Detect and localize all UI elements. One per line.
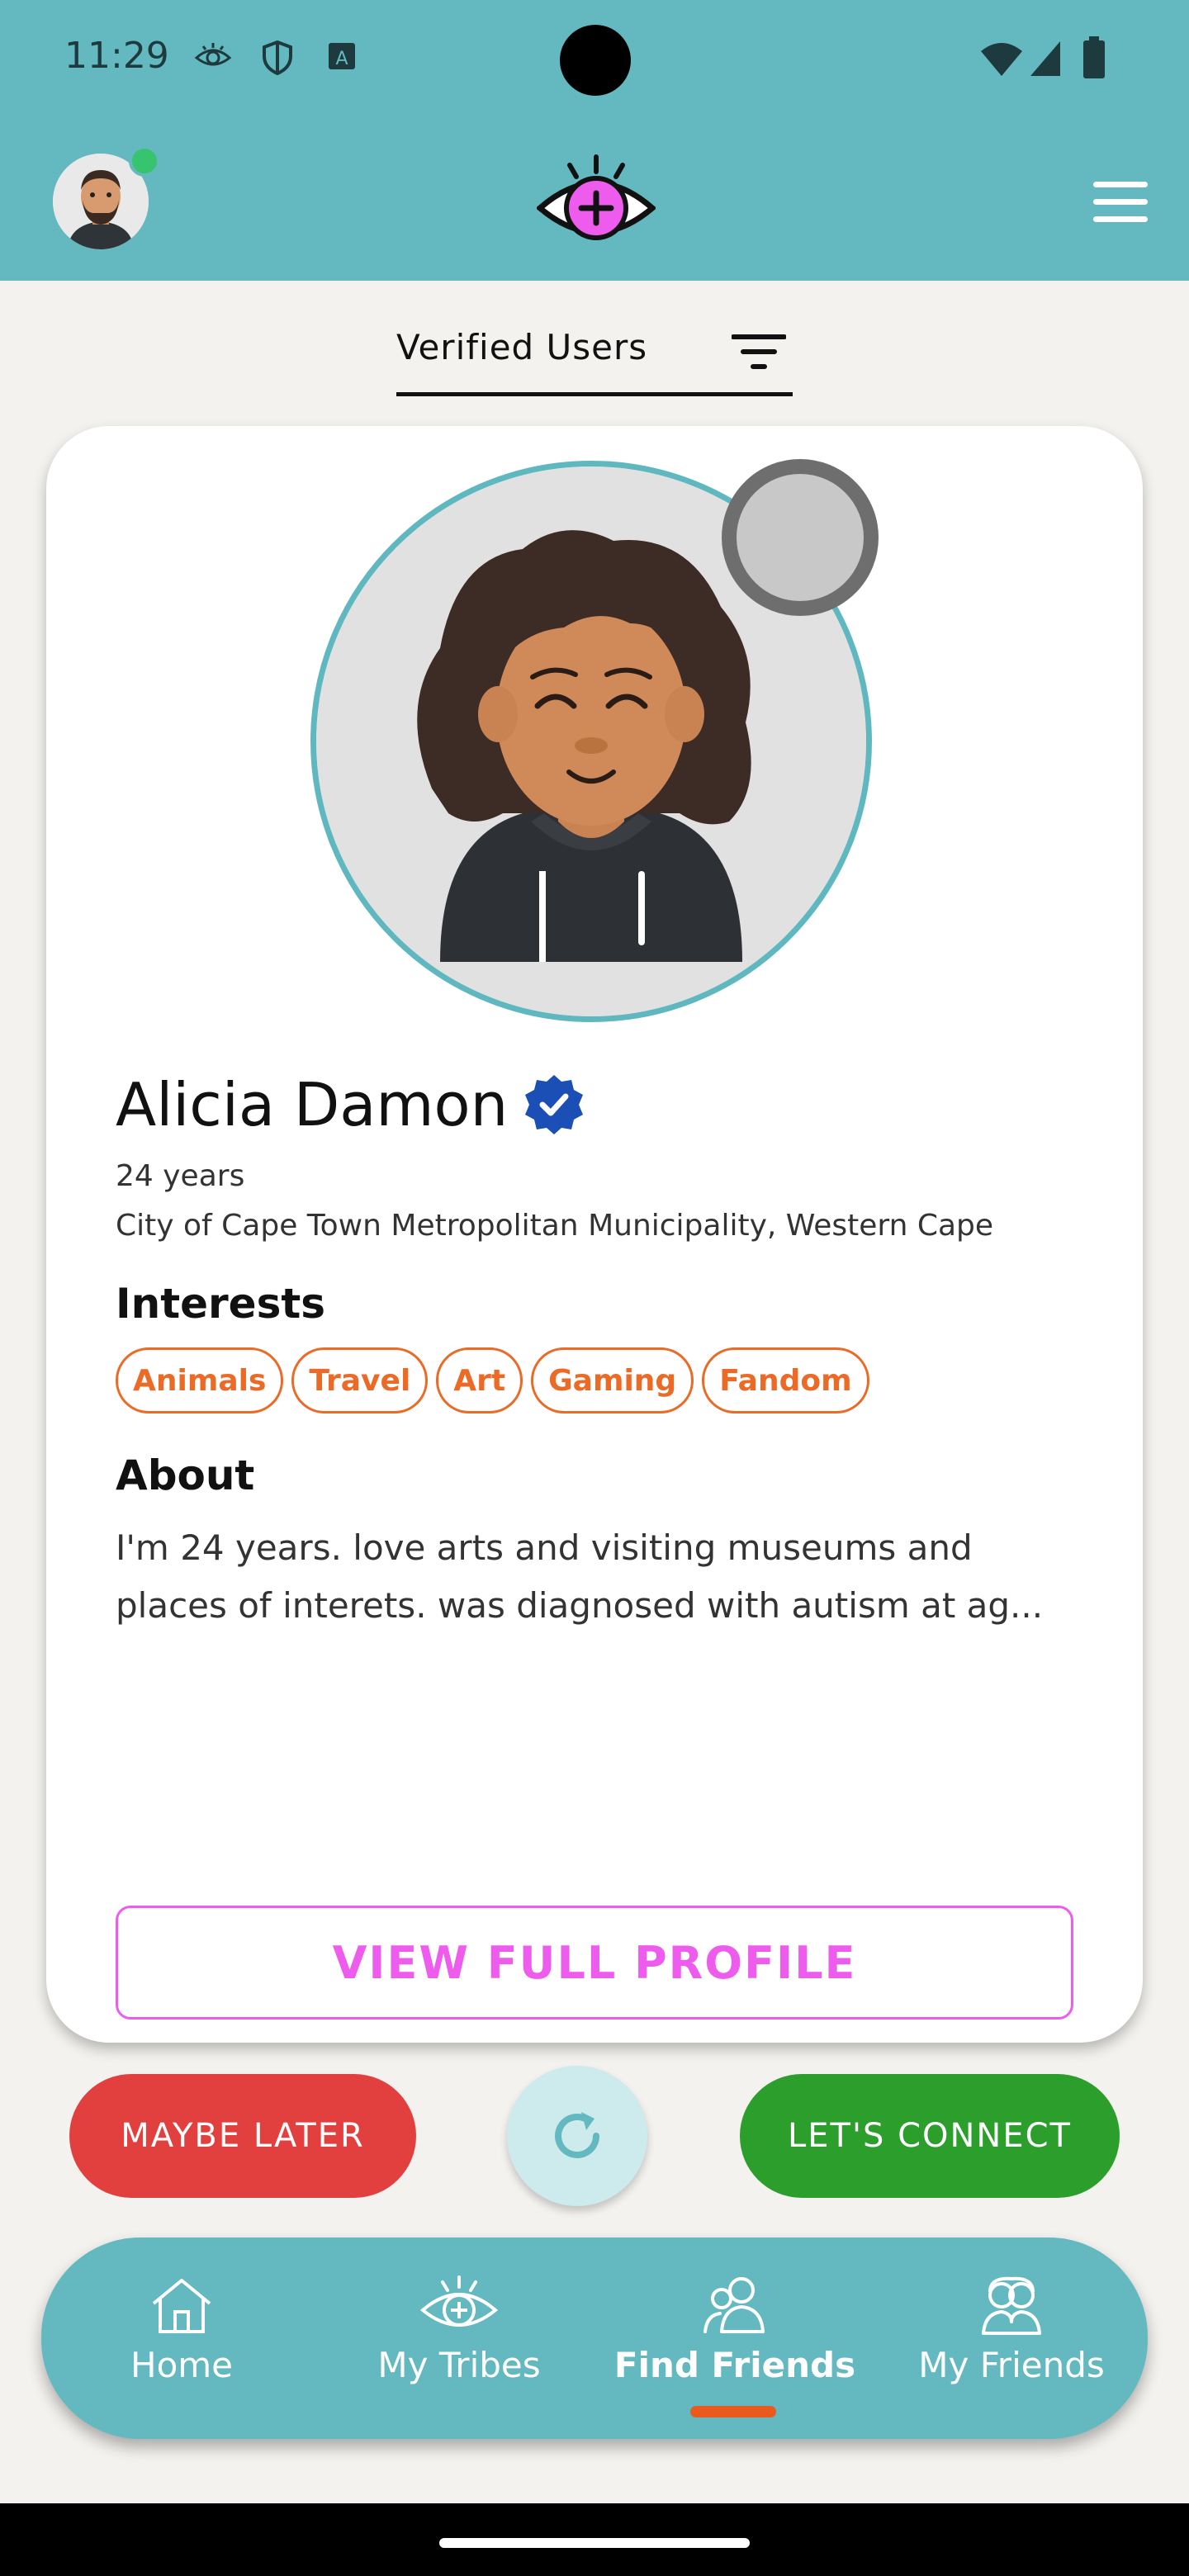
users-icon: [703, 2277, 765, 2333]
hamburger-menu-icon[interactable]: [1093, 182, 1148, 223]
refresh-icon: [555, 2112, 599, 2158]
tab-verified-users[interactable]: Verified Users: [396, 324, 793, 396]
a-box-icon: A: [329, 43, 355, 69]
nav-label: Find Friends: [613, 2345, 856, 2385]
filter-icon[interactable]: [732, 332, 786, 373]
nav-item-home[interactable]: Home: [66, 2237, 297, 2439]
profile-location: City of Cape Town Metropolitan Municipal…: [116, 1209, 994, 1243]
friends-group-icon: [982, 2276, 1041, 2335]
name-row: Alicia Damon: [116, 1070, 585, 1139]
interest-chip: Animals: [116, 1347, 284, 1413]
active-tab-indicator: [690, 2406, 776, 2417]
nav-item-my-friends[interactable]: My Friends: [900, 2237, 1123, 2439]
bottom-navigation: Home My Tribes Find Friends My Friends: [41, 2237, 1148, 2439]
status-indicator: [722, 459, 879, 616]
profile-age: 24 years: [116, 1159, 245, 1193]
home-gesture-pill[interactable]: [439, 2538, 750, 2548]
nav-label: My Friends: [918, 2345, 1105, 2385]
eye-plus-icon: [419, 2275, 499, 2327]
wifi-icon: [981, 43, 1022, 76]
about-text: I'm 24 years. love arts and visiting mus…: [116, 1527, 1044, 1626]
front-camera: [560, 25, 631, 96]
verified-badge-icon: [525, 1075, 584, 1134]
profile-name: Alicia Damon: [116, 1070, 509, 1139]
eye-notification-icon: [194, 43, 232, 66]
signal-icon: [1030, 41, 1060, 76]
view-full-profile-button[interactable]: VIEW FULL PROFILE: [116, 1906, 1073, 2020]
interest-chips: Animals Travel Art Gaming Fandom: [116, 1347, 869, 1413]
nav-item-my-tribes[interactable]: My Tribes: [343, 2237, 575, 2439]
interests-heading: Interests: [116, 1280, 326, 1328]
shield-icon: [263, 40, 292, 76]
online-status-dot: [129, 145, 160, 177]
maybe-later-button[interactable]: MAYBE LATER: [69, 2074, 416, 2198]
interest-chip: Gaming: [531, 1347, 694, 1413]
tab-label: Verified Users: [396, 327, 648, 367]
about-heading: About: [116, 1451, 255, 1499]
interest-chip: Fandom: [702, 1347, 869, 1413]
home-icon: [152, 2279, 211, 2333]
nav-label: My Tribes: [377, 2345, 541, 2385]
refresh-button[interactable]: [507, 2066, 647, 2206]
interest-chip: Art: [436, 1347, 523, 1413]
svg-text:A: A: [335, 49, 348, 69]
lets-connect-button[interactable]: LET'S CONNECT: [740, 2074, 1120, 2198]
battery-icon: [1083, 36, 1105, 78]
tab-underline: [396, 392, 793, 396]
nav-label: Home: [130, 2345, 234, 2385]
interest-chip: Travel: [291, 1347, 429, 1413]
eye-plus-logo-icon: [537, 154, 656, 240]
status-time: 11:29: [64, 35, 169, 77]
